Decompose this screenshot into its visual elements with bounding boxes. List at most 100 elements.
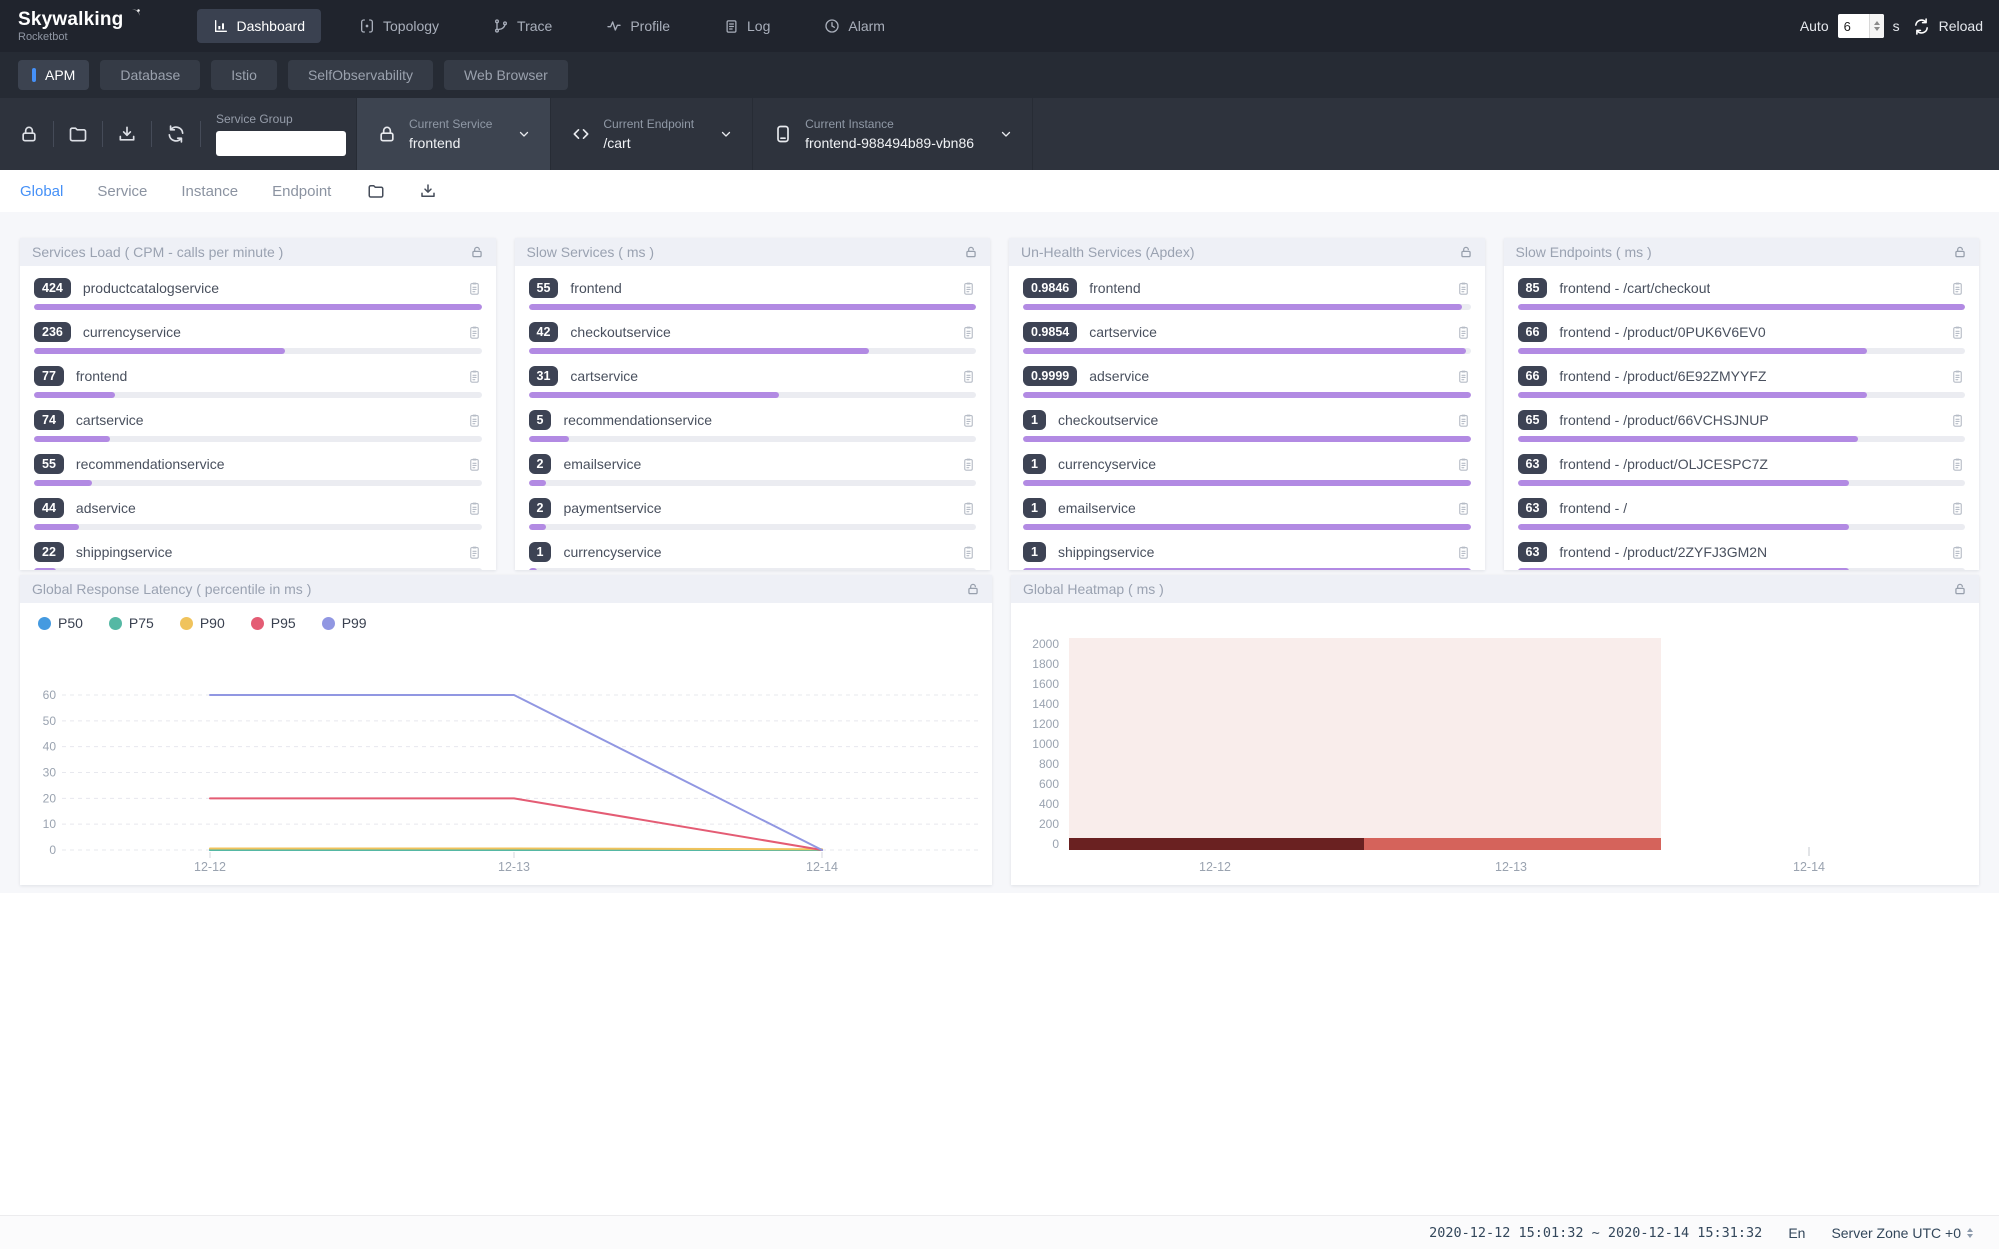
selector-value: frontend-988494b89-vbn86 bbox=[805, 136, 974, 150]
context-tab-istio[interactable]: Istio bbox=[211, 60, 277, 90]
list-item: 1currencyservice bbox=[1023, 450, 1471, 494]
copy-icon[interactable] bbox=[961, 281, 976, 296]
copy-icon[interactable] bbox=[961, 501, 976, 516]
copy-icon[interactable] bbox=[1456, 545, 1471, 560]
copy-icon[interactable] bbox=[1950, 369, 1965, 384]
list-item: 63frontend - / bbox=[1518, 494, 1966, 538]
copy-icon[interactable] bbox=[1950, 501, 1965, 516]
nav-item-label: Dashboard bbox=[237, 18, 306, 34]
context-tab-selfobservability[interactable]: SelfObservability bbox=[288, 60, 433, 90]
selector-current-instance[interactable]: Current Instancefrontend-988494b89-vbn86 bbox=[753, 98, 1033, 170]
item-value-badge: 63 bbox=[1518, 454, 1548, 474]
copy-icon[interactable] bbox=[1950, 457, 1965, 472]
nav-item-topology[interactable]: Topology bbox=[343, 9, 455, 43]
tab-instance[interactable]: Instance bbox=[181, 183, 238, 200]
context-tab-apm[interactable]: APM bbox=[18, 60, 89, 90]
item-progress-track bbox=[1023, 436, 1471, 442]
list-item: 2emailservice bbox=[529, 450, 977, 494]
item-value-badge: 74 bbox=[34, 410, 64, 430]
copy-icon[interactable] bbox=[467, 413, 482, 428]
copy-icon[interactable] bbox=[467, 457, 482, 472]
item-progress-fill bbox=[529, 304, 977, 310]
item-value-badge: 2 bbox=[529, 454, 552, 474]
copy-icon[interactable] bbox=[1456, 413, 1471, 428]
panel-title: Services Load ( CPM - calls per minute ) bbox=[32, 244, 283, 260]
item-name: recommendationservice bbox=[563, 412, 712, 428]
nav-item-profile[interactable]: Profile bbox=[590, 9, 686, 43]
download-icon[interactable] bbox=[419, 182, 437, 200]
copy-icon[interactable] bbox=[1950, 413, 1965, 428]
nav-item-trace[interactable]: Trace bbox=[477, 9, 568, 43]
copy-icon[interactable] bbox=[467, 501, 482, 516]
copy-icon[interactable] bbox=[1456, 281, 1471, 296]
copy-icon[interactable] bbox=[467, 369, 482, 384]
metric-panels-row: Services Load ( CPM - calls per minute )… bbox=[20, 238, 1979, 570]
folder-icon[interactable] bbox=[57, 113, 99, 155]
nav-item-log[interactable]: Log bbox=[708, 9, 786, 43]
download-icon[interactable] bbox=[106, 113, 148, 155]
lock-icon bbox=[377, 124, 397, 144]
nav-item-dashboard[interactable]: Dashboard bbox=[197, 9, 322, 43]
reload-label[interactable]: Reload bbox=[1939, 18, 1983, 34]
item-progress-track bbox=[1023, 392, 1471, 398]
copy-icon[interactable] bbox=[1950, 545, 1965, 560]
svg-text:1400: 1400 bbox=[1032, 697, 1059, 711]
auto-interval-stepper[interactable] bbox=[1869, 14, 1884, 38]
lock-icon[interactable] bbox=[470, 245, 484, 259]
copy-icon[interactable] bbox=[961, 457, 976, 472]
nav-item-label: Trace bbox=[517, 18, 552, 34]
folder-icon[interactable] bbox=[367, 182, 385, 200]
item-progress-track bbox=[1518, 524, 1966, 530]
lock-icon[interactable] bbox=[1953, 245, 1967, 259]
item-value-badge: 66 bbox=[1518, 322, 1548, 342]
service-group-input[interactable] bbox=[216, 131, 346, 156]
list-item: 77frontend bbox=[34, 362, 482, 406]
tab-endpoint[interactable]: Endpoint bbox=[272, 183, 331, 200]
item-name: cartservice bbox=[570, 368, 638, 384]
nav-item-alarm[interactable]: Alarm bbox=[808, 9, 901, 43]
item-value-badge: 2 bbox=[529, 498, 552, 518]
context-tab-label: SelfObservability bbox=[308, 67, 413, 83]
context-tab-database[interactable]: Database bbox=[100, 60, 200, 90]
panel-title: Slow Services ( ms ) bbox=[527, 244, 655, 260]
time-range-picker[interactable]: 2020-12-12 15:01:32 ~ 2020-12-14 15:31:3… bbox=[1429, 1225, 1762, 1241]
copy-icon[interactable] bbox=[1456, 501, 1471, 516]
copy-icon[interactable] bbox=[467, 281, 482, 296]
language-selector[interactable]: En bbox=[1788, 1225, 1805, 1241]
metric-panel: Slow Endpoints ( ms )85frontend - /cart/… bbox=[1504, 238, 1980, 570]
item-progress-track bbox=[529, 392, 977, 398]
reload-icon[interactable] bbox=[1913, 5, 1930, 47]
copy-icon[interactable] bbox=[961, 413, 976, 428]
tab-global[interactable]: Global bbox=[20, 183, 63, 200]
copy-icon[interactable] bbox=[467, 545, 482, 560]
copy-icon[interactable] bbox=[961, 545, 976, 560]
server-zone-stepper[interactable] bbox=[1967, 1228, 1973, 1238]
item-progress-fill bbox=[1518, 348, 1867, 354]
selector-current-endpoint[interactable]: Current Endpoint/cart bbox=[551, 98, 753, 170]
list-item: 66frontend - /product/0PUK6V6EV0 bbox=[1518, 318, 1966, 362]
context-tab-web-browser[interactable]: Web Browser bbox=[444, 60, 568, 90]
item-name: cartservice bbox=[76, 412, 144, 428]
copy-icon[interactable] bbox=[961, 325, 976, 340]
copy-icon[interactable] bbox=[1950, 281, 1965, 296]
copy-icon[interactable] bbox=[1456, 457, 1471, 472]
copy-icon[interactable] bbox=[1950, 325, 1965, 340]
lock-icon[interactable] bbox=[964, 245, 978, 259]
copy-icon[interactable] bbox=[1456, 325, 1471, 340]
item-progress-track bbox=[529, 524, 977, 530]
divider bbox=[200, 121, 201, 147]
selector-current-service[interactable]: Current Servicefrontend bbox=[356, 98, 551, 170]
server-zone-control[interactable]: Server Zone UTC +0 bbox=[1831, 1225, 1973, 1241]
refresh-icon[interactable] bbox=[155, 113, 197, 155]
copy-icon[interactable] bbox=[961, 369, 976, 384]
copy-icon[interactable] bbox=[467, 325, 482, 340]
item-progress-fill bbox=[1023, 392, 1471, 398]
item-value-badge: 55 bbox=[529, 278, 559, 298]
lock-icon[interactable] bbox=[1459, 245, 1473, 259]
lock-icon[interactable] bbox=[8, 113, 50, 155]
auto-interval-input[interactable] bbox=[1838, 19, 1866, 34]
item-name: currencyservice bbox=[83, 324, 181, 340]
item-progress-fill bbox=[529, 392, 780, 398]
tab-service[interactable]: Service bbox=[97, 183, 147, 200]
copy-icon[interactable] bbox=[1456, 369, 1471, 384]
